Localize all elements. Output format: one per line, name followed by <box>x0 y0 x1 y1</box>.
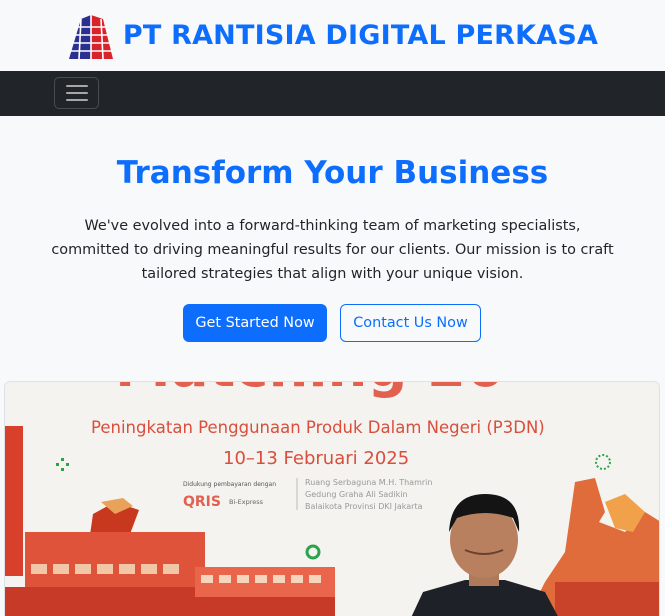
event-subtitle-text: Peningkatan Penggunaan Produk Dalam Nege… <box>91 418 545 437</box>
venue-line-1: Ruang Serbaguna M.H. Thamrin <box>305 478 432 487</box>
hero-title: Transform Your Business <box>116 155 549 191</box>
event-dates-text: 10–13 Februari 2025 <box>223 448 409 469</box>
hamburger-menu-icon <box>65 85 88 87</box>
building-logo-icon[interactable] <box>67 13 115 61</box>
brand-name[interactable]: PT RANTISIA DIGITAL PERKASA <box>123 20 598 51</box>
venue-line-3: Balaikota Provinsi DKI Jakarta <box>305 502 423 511</box>
navbar <box>0 71 665 116</box>
hamburger-menu-icon-line <box>65 92 88 94</box>
contact-us-button[interactable]: Contact Us Now <box>340 304 481 342</box>
hamburger-menu-button[interactable] <box>54 77 99 109</box>
hero-section: Transform Your Business We've evolved in… <box>0 116 665 381</box>
supported-by-text: Didukung pembayaran dengan <box>183 481 276 488</box>
payment-suffix-text: Bi-Express <box>229 498 264 506</box>
brand-header: PT RANTISIA DIGITAL PERKASA <box>0 0 665 71</box>
qris-logo-text: QRIS <box>183 494 221 510</box>
event-photo: Matching 20 Peningkatan Penggunaan Produ… <box>4 381 660 616</box>
get-started-button[interactable]: Get Started Now <box>183 304 327 342</box>
hamburger-menu-icon-line <box>65 99 88 101</box>
hero-description: We've evolved into a forward-thinking te… <box>51 218 614 282</box>
event-title-text: Matching 20 <box>115 382 505 400</box>
venue-line-2: Gedung Graha Ali Sadikin <box>305 490 408 499</box>
